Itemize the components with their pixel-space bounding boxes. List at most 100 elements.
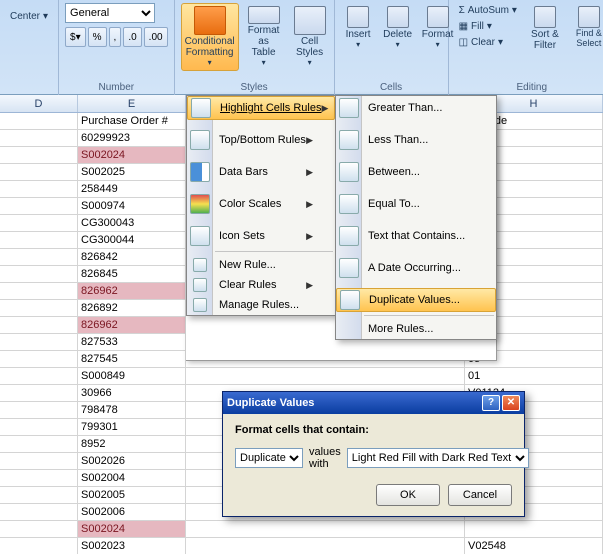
clear-button[interactable]: ◫ Clear ▾: [455, 35, 521, 50]
autosum-button[interactable]: Σ AutoSum ▾: [455, 3, 521, 18]
cell-po[interactable]: 30966: [78, 385, 186, 401]
cell[interactable]: [0, 147, 78, 163]
cell-po[interactable]: 798478: [78, 402, 186, 418]
find-select-button[interactable]: Find & Select: [569, 3, 603, 71]
cell-po[interactable]: 826845: [78, 266, 186, 282]
cell[interactable]: [0, 334, 78, 350]
cell[interactable]: [0, 436, 78, 452]
cell-code[interactable]: [465, 521, 603, 537]
cell-po[interactable]: S000849: [78, 368, 186, 384]
alignment-group-label: [6, 82, 52, 95]
conditional-formatting-button[interactable]: Conditional Formatting▾: [181, 3, 239, 71]
cell-po[interactable]: S002004: [78, 470, 186, 486]
insert-button[interactable]: Insert▾: [341, 3, 376, 71]
number-format-select[interactable]: General: [65, 3, 155, 23]
menu-date-occurring[interactable]: A Date Occurring...: [336, 256, 496, 280]
cell[interactable]: [0, 181, 78, 197]
cell-code[interactable]: V02548: [465, 538, 603, 554]
menu-data-bars[interactable]: Data Bars▶: [187, 160, 335, 184]
cell-po[interactable]: 8952: [78, 436, 186, 452]
cell[interactable]: [0, 249, 78, 265]
cell[interactable]: [0, 198, 78, 214]
cell[interactable]: [0, 164, 78, 180]
menu-equal-to[interactable]: Equal To...: [336, 192, 496, 216]
percent-button[interactable]: %: [88, 27, 107, 47]
cell-po[interactable]: S002023: [78, 538, 186, 554]
cell-po[interactable]: CG300043: [78, 215, 186, 231]
cell[interactable]: [0, 368, 78, 384]
cell-po[interactable]: CG300044: [78, 232, 186, 248]
format-style-select[interactable]: Light Red Fill with Dark Red Text: [347, 448, 529, 468]
duplicate-type-select[interactable]: Duplicate: [235, 448, 303, 468]
cell-code[interactable]: 01: [465, 368, 603, 384]
cell-po[interactable]: 799301: [78, 419, 186, 435]
merge-center-button[interactable]: Center ▾: [6, 9, 52, 24]
cancel-button[interactable]: Cancel: [448, 484, 512, 506]
cell[interactable]: [0, 521, 78, 537]
menu-clear-rules[interactable]: Clear Rules▶: [187, 275, 335, 295]
sort-filter-button[interactable]: Sort & Filter: [525, 3, 565, 71]
cell-po[interactable]: 827533: [78, 334, 186, 350]
menu-text-contains[interactable]: Text that Contains...: [336, 224, 496, 248]
cell-po[interactable]: 826962: [78, 317, 186, 333]
menu-more-rules[interactable]: More Rules...: [336, 319, 496, 339]
delete-button[interactable]: Delete▾: [380, 3, 416, 71]
dialog-titlebar[interactable]: Duplicate Values ? ✕: [223, 392, 524, 414]
cell[interactable]: [0, 317, 78, 333]
menu-duplicate-values[interactable]: Duplicate Values...: [336, 288, 496, 312]
menu-icon-sets[interactable]: Icon Sets▶: [187, 224, 335, 248]
col-D-header[interactable]: D: [0, 95, 78, 112]
cell[interactable]: [0, 300, 78, 316]
menu-between[interactable]: Between...: [336, 160, 496, 184]
cell-po[interactable]: S002026: [78, 453, 186, 469]
cell-po[interactable]: 826962: [78, 283, 186, 299]
cell-po[interactable]: 258449: [78, 181, 186, 197]
cell[interactable]: [0, 538, 78, 554]
header-cell-po[interactable]: Purchase Order #: [78, 113, 186, 129]
col-E-header[interactable]: E: [78, 95, 186, 112]
menu-highlight-cells-rules[interactable]: Highlight Cells Rules▶: [187, 96, 335, 120]
increase-decimal-button[interactable]: .0: [123, 27, 141, 47]
currency-button[interactable]: $ ▾: [65, 27, 86, 47]
cell-po[interactable]: S002025: [78, 164, 186, 180]
format-as-table-button[interactable]: Format as Table▾: [243, 3, 285, 71]
cell-po[interactable]: 60299923: [78, 130, 186, 146]
cell[interactable]: [0, 113, 78, 129]
menu-manage-rules[interactable]: Manage Rules...: [187, 295, 335, 315]
cell-po[interactable]: S002024: [78, 147, 186, 163]
menu-greater-than[interactable]: Greater Than...: [336, 96, 496, 120]
fill-button[interactable]: ▦ Fill ▾: [455, 19, 521, 34]
cell-po[interactable]: S002005: [78, 487, 186, 503]
cell[interactable]: [0, 266, 78, 282]
decrease-decimal-button[interactable]: .00: [144, 27, 168, 47]
menu-new-rule[interactable]: New Rule...: [187, 255, 335, 275]
cell[interactable]: [0, 453, 78, 469]
cell[interactable]: [0, 504, 78, 520]
iconsets-icon: [190, 226, 210, 246]
cell-po[interactable]: S002024: [78, 521, 186, 537]
cell[interactable]: [0, 470, 78, 486]
comma-button[interactable]: ,: [109, 27, 122, 47]
cell[interactable]: [0, 130, 78, 146]
cell[interactable]: [0, 487, 78, 503]
dialog-help-button[interactable]: ?: [482, 395, 500, 411]
cell[interactable]: [0, 385, 78, 401]
menu-less-than[interactable]: Less Than...: [336, 128, 496, 152]
cell[interactable]: [0, 402, 78, 418]
cell-po[interactable]: S002006: [78, 504, 186, 520]
menu-color-scales[interactable]: Color Scales▶: [187, 192, 335, 216]
cell[interactable]: [0, 215, 78, 231]
cell-styles-button[interactable]: Cell Styles▾: [289, 3, 331, 71]
cell[interactable]: [0, 283, 78, 299]
cell[interactable]: [0, 351, 78, 367]
cell-po[interactable]: S000974: [78, 198, 186, 214]
cell-po[interactable]: 826842: [78, 249, 186, 265]
dialog-close-button[interactable]: ✕: [502, 395, 520, 411]
conditional-formatting-menu: Highlight Cells Rules▶ Top/Bottom Rules▶…: [186, 95, 336, 316]
cell-po[interactable]: 826892: [78, 300, 186, 316]
ok-button[interactable]: OK: [376, 484, 440, 506]
cell-po[interactable]: 827545: [78, 351, 186, 367]
menu-top-bottom-rules[interactable]: Top/Bottom Rules▶: [187, 128, 335, 152]
cell[interactable]: [0, 419, 78, 435]
cell[interactable]: [0, 232, 78, 248]
